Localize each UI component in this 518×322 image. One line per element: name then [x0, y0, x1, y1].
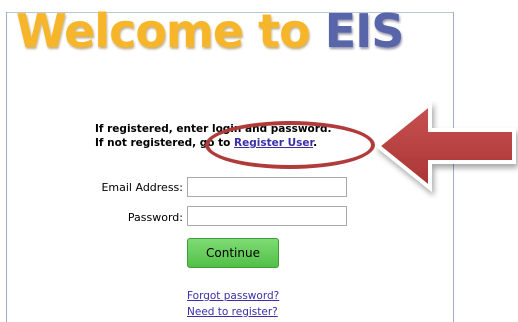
need-to-register-link[interactable]: Need to register? — [187, 306, 278, 318]
highlight-ellipse — [205, 121, 375, 169]
callout-arrow-icon — [374, 99, 516, 193]
continue-button[interactable]: Continue — [187, 238, 279, 268]
page-title: Welcome to EIS — [16, 0, 405, 62]
password-label: Password: — [127, 211, 183, 224]
password-field[interactable] — [187, 206, 347, 226]
email-label: Email Address: — [101, 181, 183, 194]
title-eis: EIS — [324, 4, 405, 58]
title-welcome: Welcome to — [16, 4, 325, 58]
frame-border-left — [6, 12, 7, 322]
email-field[interactable] — [187, 177, 347, 197]
forgot-password-link[interactable]: Forgot password? — [187, 290, 279, 302]
